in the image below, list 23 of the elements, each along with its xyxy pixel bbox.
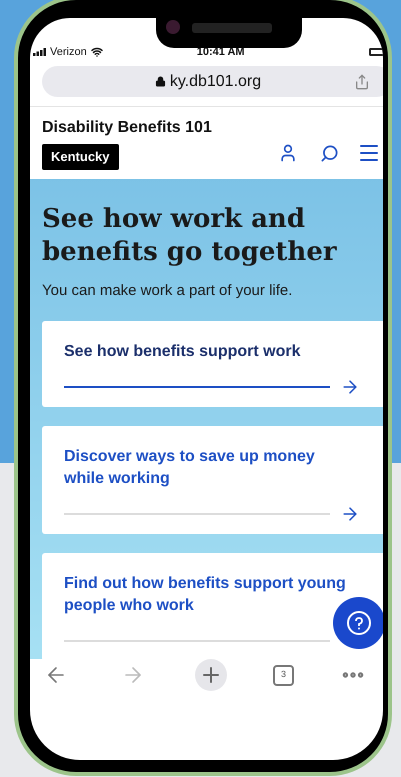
camera-icon (166, 20, 180, 34)
carrier-name: Verizon (50, 44, 87, 60)
share-icon[interactable] (354, 74, 370, 90)
signal-icon (33, 48, 47, 56)
new-tab-button[interactable] (195, 659, 227, 691)
search-icon[interactable] (320, 144, 339, 162)
wifi-icon (90, 46, 103, 58)
card-title: Discover ways to save up money while working (64, 446, 316, 488)
link-card[interactable]: Discover ways to save up money while working (42, 426, 383, 534)
lock-icon (154, 76, 166, 87)
address-bar[interactable]: ky.db101.org (42, 66, 383, 97)
url-text: ky.db101.org (170, 72, 262, 92)
link-card[interactable]: See how benefits support work (42, 320, 383, 406)
site-title[interactable]: Disability Benefits 101 (42, 116, 212, 140)
hero-heading: See how work and benefits go together (42, 203, 338, 269)
question-icon (347, 611, 371, 635)
card-title: See how benefits support work (64, 342, 302, 362)
state-badge: Kentucky (42, 144, 119, 170)
link-card[interactable]: Find out how benefits support young people who work (42, 552, 383, 659)
battery-icon (369, 48, 383, 56)
hero-subtitle: You can make work a part of your life. (42, 281, 294, 301)
tab-count-button[interactable]: 3 (273, 664, 294, 686)
card-title: Find out how benefits support young people who work (64, 574, 346, 616)
